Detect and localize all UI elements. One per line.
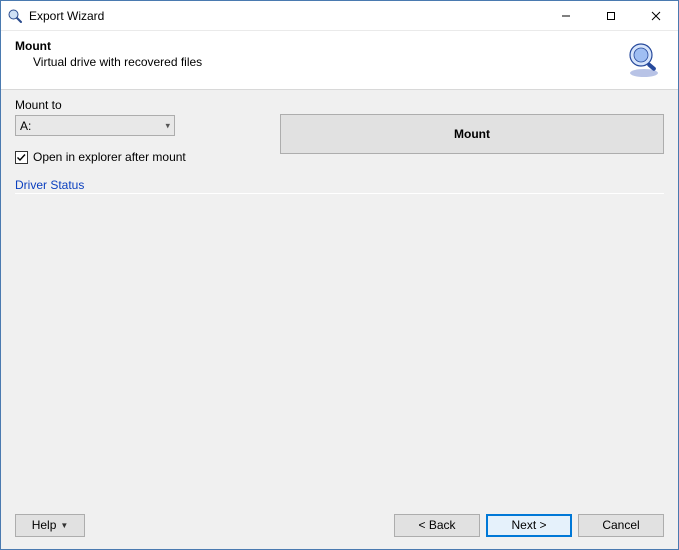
open-in-explorer-checkbox[interactable] — [15, 151, 28, 164]
dropdown-arrow-icon: ▼ — [60, 521, 68, 530]
wizard-footer: Help ▼ < Back Next > Cancel — [1, 501, 678, 549]
cancel-button[interactable]: Cancel — [578, 514, 664, 537]
close-button[interactable] — [633, 1, 678, 30]
window-title: Export Wizard — [29, 9, 543, 23]
header-title: Mount — [15, 39, 624, 53]
next-button[interactable]: Next > — [486, 514, 572, 537]
mount-to-dropdown[interactable]: A: ▾ — [15, 115, 175, 136]
help-button[interactable]: Help ▼ — [15, 514, 85, 537]
titlebar: Export Wizard — [1, 1, 678, 31]
chevron-down-icon: ▾ — [165, 120, 170, 131]
app-icon — [7, 8, 23, 24]
mount-to-label: Mount to — [15, 98, 260, 112]
header-subtitle: Virtual drive with recovered files — [15, 55, 624, 69]
maximize-button[interactable] — [588, 1, 633, 30]
mount-to-value: A: — [20, 119, 31, 133]
minimize-button[interactable] — [543, 1, 588, 30]
wizard-header: Mount Virtual drive with recovered files — [1, 31, 678, 90]
wizard-body: Mount to A: ▾ Open in explorer after mou… — [1, 90, 678, 501]
driver-status-link[interactable]: Driver Status — [15, 178, 664, 192]
open-in-explorer-row[interactable]: Open in explorer after mount — [15, 150, 260, 164]
mount-button[interactable]: Mount — [280, 114, 664, 154]
export-wizard-window: Export Wizard Mount Virtual drive with r… — [0, 0, 679, 550]
open-in-explorer-label: Open in explorer after mount — [33, 150, 186, 164]
magnifier-icon — [624, 39, 664, 79]
back-button[interactable]: < Back — [394, 514, 480, 537]
window-controls — [543, 1, 678, 30]
divider — [15, 193, 664, 194]
